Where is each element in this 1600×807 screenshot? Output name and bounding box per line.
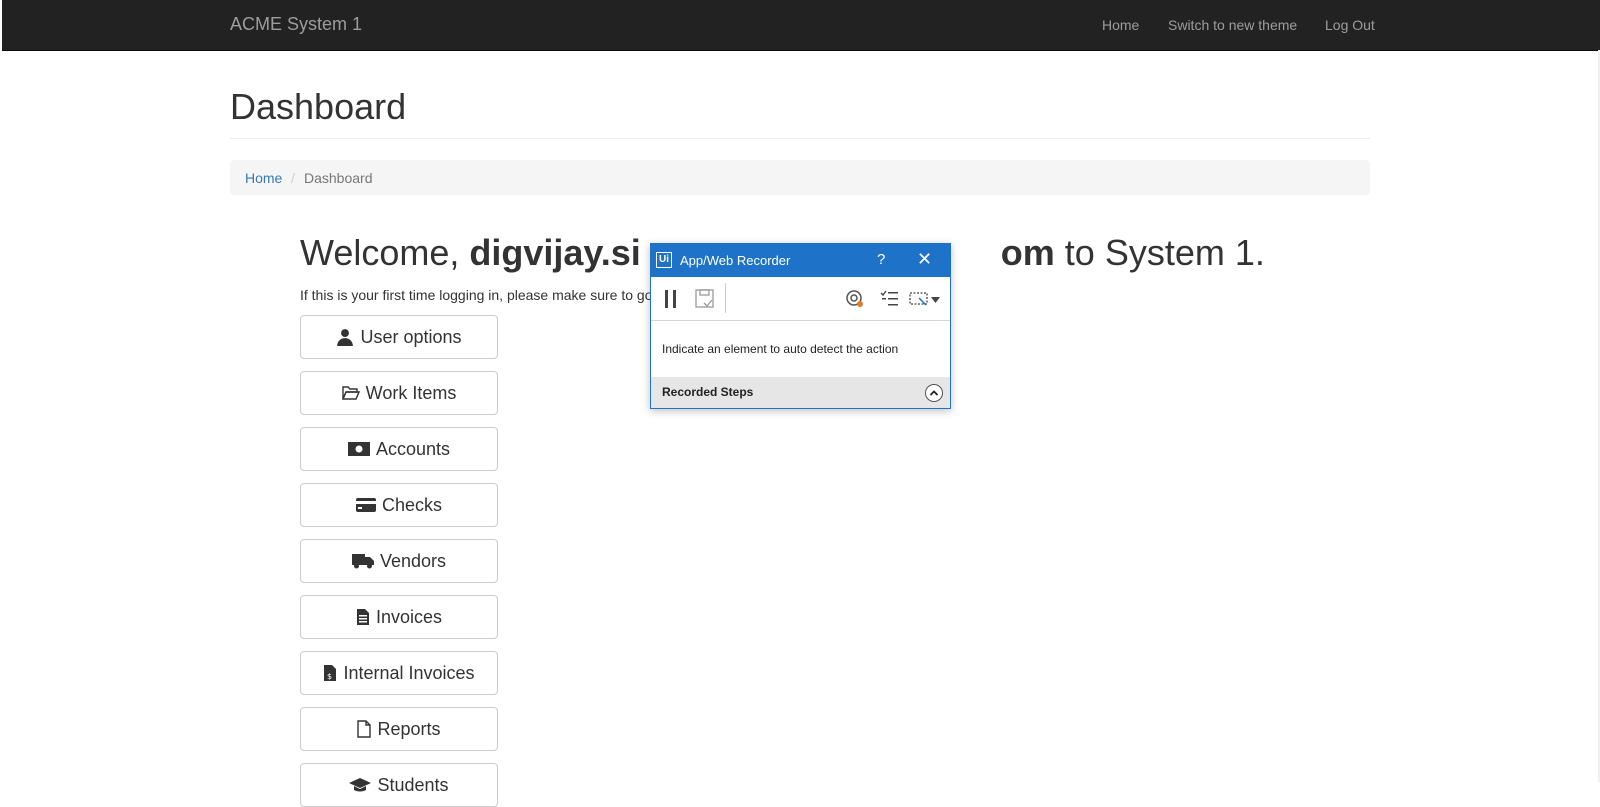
- user-options-button[interactable]: User options: [300, 315, 498, 359]
- welcome-user-part-1: digvijay.si: [469, 232, 641, 273]
- internal-invoices-button[interactable]: $ Internal Invoices: [300, 651, 498, 695]
- work-items-button[interactable]: Work Items: [300, 371, 498, 415]
- page-title: Dashboard: [230, 86, 407, 127]
- nav-home-link[interactable]: Home: [1102, 17, 1139, 33]
- close-icon[interactable]: ✕: [917, 249, 932, 270]
- folder-open-icon: [341, 386, 360, 400]
- brand[interactable]: ACME System 1: [230, 14, 362, 35]
- nav-switch-theme-link[interactable]: Switch to new theme: [1168, 17, 1297, 33]
- recorder-titlebar[interactable]: Ui App/Web Recorder ? ✕: [651, 244, 950, 277]
- reports-label: Reports: [377, 718, 441, 739]
- money-icon: [347, 442, 370, 456]
- checks-button[interactable]: Checks: [300, 483, 498, 527]
- welcome-user-part-2: om: [1000, 232, 1055, 273]
- welcome-prefix: Welcome,: [300, 232, 470, 273]
- nav-logout-link[interactable]: Log Out: [1325, 17, 1375, 33]
- recorded-steps-label: Recorded Steps: [662, 385, 754, 399]
- welcome-suffix: to System 1.: [1054, 232, 1265, 273]
- save-icon[interactable]: [695, 289, 715, 309]
- invoice-dollar-icon: $: [324, 665, 337, 681]
- breadcrumb-home-link[interactable]: Home: [245, 170, 282, 186]
- breadcrumb-separator: /: [291, 170, 295, 186]
- work-items-label: Work Items: [365, 382, 457, 403]
- user-icon: [337, 329, 354, 346]
- svg-text:$: $: [327, 672, 332, 681]
- reports-button[interactable]: Reports: [300, 707, 498, 751]
- vendors-button[interactable]: Vendors: [300, 539, 498, 583]
- recorder-title: App/Web Recorder: [680, 253, 791, 268]
- breadcrumb: Home / Dashboard: [230, 160, 1370, 195]
- invoices-button[interactable]: Invoices: [300, 595, 498, 639]
- recorder-instruction: Indicate an element to auto detect the a…: [662, 342, 899, 356]
- list-check-icon[interactable]: [880, 290, 900, 308]
- invoices-label: Invoices: [375, 606, 443, 627]
- collapse-chevron-up-icon[interactable]: [925, 384, 943, 402]
- recorder-toolbar: [651, 277, 950, 321]
- invoice-icon: [356, 609, 369, 625]
- user-options-label: User options: [360, 326, 462, 347]
- internal-invoices-label: Internal Invoices: [343, 662, 475, 683]
- pause-icon[interactable]: [664, 289, 678, 309]
- students-button[interactable]: Students: [300, 763, 498, 807]
- recorded-steps-panel[interactable]: Recorded Steps: [651, 377, 950, 408]
- target-icon[interactable]: [845, 289, 865, 309]
- breadcrumb-current: Dashboard: [304, 170, 373, 186]
- accounts-label: Accounts: [375, 438, 451, 459]
- graduation-cap-icon: [349, 778, 372, 792]
- truck-icon: [351, 554, 374, 569]
- toolbar-divider: [725, 283, 726, 313]
- top-navbar: ACME System 1 Home Switch to new theme L…: [2, 0, 1600, 51]
- first-login-hint: If this is your first time logging in, p…: [300, 287, 653, 303]
- uipath-logo: Ui: [656, 252, 672, 268]
- file-icon: [357, 720, 372, 738]
- vendors-label: Vendors: [379, 550, 447, 571]
- checks-label: Checks: [381, 494, 443, 515]
- help-icon[interactable]: ?: [877, 251, 885, 268]
- students-label: Students: [377, 774, 449, 795]
- credit-card-icon: [355, 498, 376, 512]
- app-web-recorder-window: Ui App/Web Recorder ? ✕ Indicate an elem…: [650, 243, 951, 409]
- title-divider: [230, 138, 1370, 139]
- screen-select-dropdown-icon[interactable]: [909, 289, 943, 309]
- accounts-button[interactable]: Accounts: [300, 427, 498, 471]
